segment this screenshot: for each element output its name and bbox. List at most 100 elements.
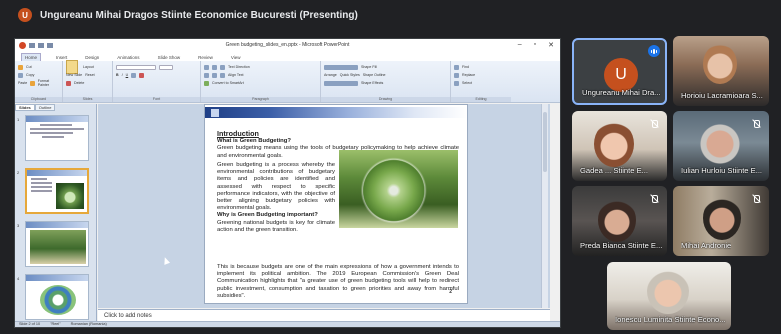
theme-status: "Reel" [50,322,61,326]
italic-icon[interactable]: I [122,73,123,77]
copy-icon[interactable] [18,72,23,78]
paragraph-group: Text Direction Align Text Convert to Sma… [201,61,321,102]
clipboard-label: Clipboard [15,97,62,102]
participant-tile[interactable]: Gadea ... Stiinte E... [572,111,667,181]
slide-thumbnail[interactable]: 1 [15,113,97,164]
slide-title: Introduction [217,129,259,138]
reset-button[interactable]: Reset [85,73,94,77]
tab-design[interactable]: Design [82,54,102,61]
numbering-icon[interactable] [212,64,217,70]
office-button-icon[interactable] [19,42,26,49]
maximize-icon[interactable]: ▫ [534,41,536,49]
font-name-select[interactable] [116,64,156,70]
delete-button[interactable]: Delete [74,81,84,85]
tab-view[interactable]: View [228,54,244,61]
replace-button[interactable]: Replace [462,73,475,77]
paragraph-label: Paragraph [201,97,320,102]
align-right-icon[interactable] [220,72,225,78]
bold-icon[interactable]: B [116,73,119,77]
tab-review[interactable]: Review [195,54,216,61]
participant-video [598,198,636,242]
font-color-icon[interactable] [139,72,145,78]
tab-slides[interactable]: Slides [15,104,35,111]
slide-thumbnails: 1 2 3 4 [15,113,96,324]
mic-off-icon [649,119,659,129]
indent-icon[interactable] [220,64,225,70]
find-button[interactable]: Find [462,65,469,69]
quick-styles-button[interactable]: Quick Styles [340,73,360,77]
format-painter-icon[interactable] [30,80,35,86]
select-icon[interactable] [454,80,459,86]
meet-window: U Ungureanu Mihai Dragos Stiinte Economi… [0,0,781,334]
shapes-gallery-icon[interactable] [324,64,358,70]
shape-fill-button[interactable]: Shape Fill [361,65,377,69]
participant-avatar: U [604,58,638,92]
strike-icon[interactable] [131,72,137,78]
format-painter-button[interactable]: Format Painter [38,79,59,87]
question-heading: What is Green Budgeting? [217,138,291,145]
vertical-scrollbar[interactable] [541,104,548,308]
font-size-select[interactable] [159,64,173,70]
slide-editor[interactable]: Introduction What is Green Budgeting? Gr… [98,104,550,308]
save-icon[interactable] [29,43,35,48]
paste-button[interactable]: Paste [18,81,27,85]
redo-icon[interactable] [47,43,53,48]
participant-name: Iulian Hurloiu Stiinte E... [681,166,763,175]
copy-button[interactable]: Copy [26,73,34,77]
ribbon: Cut Copy Paste Format Painter Clipboard L… [15,60,560,103]
replace-icon[interactable] [454,72,459,78]
shape-outline-button[interactable]: Shape Outline [363,73,386,77]
cut-icon[interactable] [18,64,23,70]
bullets-icon[interactable] [204,64,209,70]
participant-video [703,44,737,84]
participant-video [699,121,741,167]
find-icon[interactable] [454,64,459,70]
language-status: Romanian (Romania) [70,322,107,326]
text-direction-button[interactable]: Text Direction [228,65,250,69]
thumb-number: 2 [17,170,20,175]
participant-tile[interactable]: Preda Bianca Stiinte E... [572,186,667,256]
undo-icon[interactable] [38,43,44,48]
slide-thumbnail[interactable]: 4 [15,272,97,323]
smartart-icon[interactable] [204,80,209,86]
shapes-row-icon[interactable] [324,80,358,86]
align-text-button[interactable]: Align Text [228,73,244,77]
participant-tile[interactable]: Mihai Andronie [673,186,769,256]
participant-tile[interactable]: Iulian Hurloiu Stiinte E... [673,111,769,181]
thumb-number: 4 [17,276,20,281]
slide-thumbnail[interactable]: 2 [15,166,97,217]
new-slide-icon[interactable] [66,60,78,74]
underline-icon[interactable]: U [126,73,129,77]
participant-tile[interactable]: Ionescu Luminita Stiinte Econo... [607,262,731,330]
delete-icon[interactable] [66,80,71,86]
thumb-preview [25,221,89,267]
participant-tile[interactable]: Horioiu Lacramioara S... [673,36,769,106]
participant-tile-presenter[interactable]: U Ungureanu Mihai Dra... [572,38,667,105]
close-icon[interactable]: ✕ [548,41,554,49]
select-button[interactable]: Select [462,81,472,85]
align-center-icon[interactable] [212,72,217,78]
current-slide[interactable]: Introduction What is Green Budgeting? Gr… [204,104,468,304]
align-left-icon[interactable] [204,72,209,78]
slide-header-band [205,107,467,118]
participant-name: Preda Bianca Stiinte E... [580,241,663,250]
arrange-button[interactable]: Arrange [324,73,337,77]
cut-button[interactable]: Cut [26,65,32,69]
tab-outline[interactable]: Outline [34,104,56,111]
participant-name: Gadea ... Stiinte E... [580,166,648,175]
shape-effects-button[interactable]: Shape Effects [361,81,383,85]
ribbon-tabs: Home Insert Design Animations Slide Show… [15,52,560,61]
minimize-icon[interactable]: – [518,41,522,49]
layout-button[interactable]: Layout [83,65,94,69]
shared-screen[interactable]: Green budgeting_slides_en.pptx - Microso… [14,38,561,328]
thumb-preview [25,274,89,320]
slide-thumbnail[interactable]: 3 [15,219,97,270]
tab-animations[interactable]: Animations [114,54,142,61]
tab-home[interactable]: Home [21,53,42,61]
document-title: Green budgeting_slides_en.pptx - Microso… [225,42,350,48]
convert-smartart-button[interactable]: Convert to SmartArt [212,81,244,85]
mic-off-icon [751,194,761,204]
thumb-preview [25,168,89,214]
new-slide-button[interactable]: New Slide [66,73,82,77]
tab-slide-show[interactable]: Slide Show [155,54,184,61]
